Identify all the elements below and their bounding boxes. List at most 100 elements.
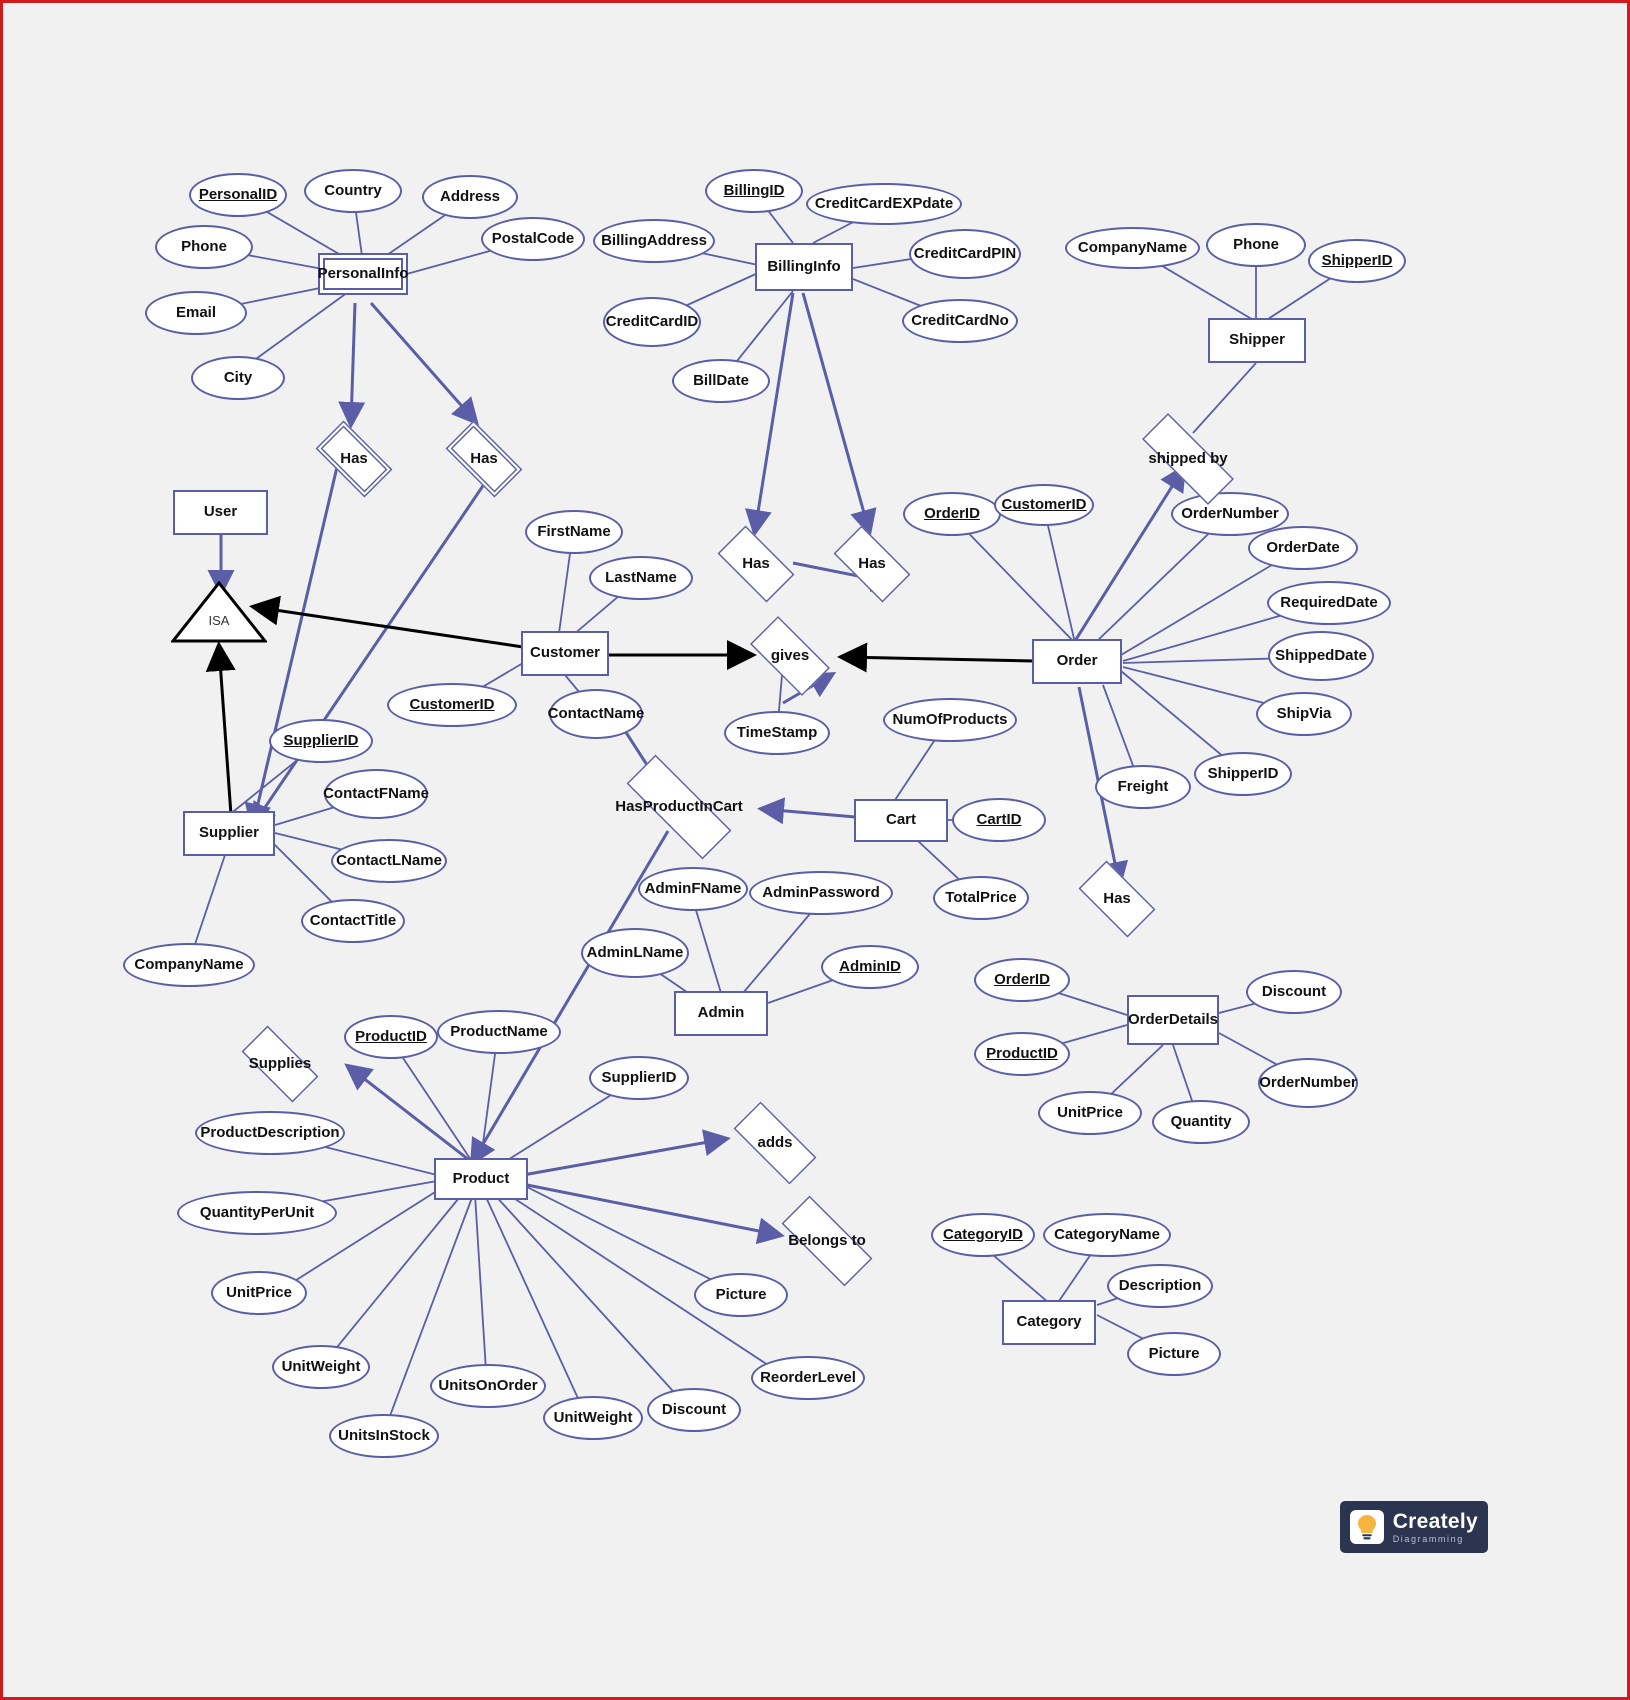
attribute-creditcardno[interactable]: CreditCardNo (902, 299, 1018, 343)
attribute-or-orderdate[interactable]: OrderDate (1248, 526, 1358, 570)
relationship-has-cust-billing[interactable]: Has (707, 525, 805, 603)
relationship-adds[interactable]: adds (719, 1101, 831, 1185)
attribute-pr-productid[interactable]: ProductID (344, 1015, 438, 1059)
attribute-or-shipperid[interactable]: ShipperID (1194, 752, 1292, 796)
attribute-su-contactlname[interactable]: ContactLName (331, 839, 447, 883)
attribute-od-discount[interactable]: Discount (1246, 970, 1342, 1014)
attribute-pr-supplierid[interactable]: SupplierID (589, 1056, 689, 1100)
attribute-creditcardexpdate[interactable]: CreditCardEXPdate (806, 183, 962, 225)
attribute-ca-cartid[interactable]: CartID (952, 798, 1046, 842)
entity-admin[interactable]: Admin (674, 991, 768, 1036)
entity-label: BillingInfo (767, 257, 841, 275)
attribute-shipperid-attr[interactable]: ShipperID (1308, 239, 1406, 283)
entity-cart[interactable]: Cart (854, 799, 948, 842)
attribute-pi-city[interactable]: City (191, 356, 285, 400)
attribute-billingid[interactable]: BillingID (705, 169, 803, 213)
attribute-su-contactfname[interactable]: ContactFName (323, 769, 429, 819)
attribute-ca-totalprice[interactable]: TotalPrice (933, 876, 1029, 920)
attribute-or-requireddate[interactable]: RequiredDate (1267, 581, 1391, 625)
attribute-pr-discount[interactable]: Discount (647, 1388, 741, 1432)
attribute-sh-companyname[interactable]: CompanyName (1065, 227, 1200, 269)
attribute-creditcardid[interactable]: CreditCardID (603, 297, 701, 347)
attribute-od-productid[interactable]: ProductID (974, 1032, 1070, 1076)
attribute-pr-productdescription[interactable]: ProductDescription (195, 1111, 345, 1155)
relationship-shipped-by[interactable]: shipped by (1122, 413, 1254, 505)
attribute-pr-quantityperunit[interactable]: QuantityPerUnit (177, 1191, 337, 1235)
attribute-pi-address[interactable]: Address (422, 175, 518, 219)
attribute-sh-phone[interactable]: Phone (1206, 223, 1306, 267)
attribute-su-contacttitle[interactable]: ContactTitle (301, 899, 405, 943)
relationship-has-orderdetails[interactable]: Has (1068, 860, 1166, 938)
isa-triangle[interactable]: ISA (171, 581, 267, 643)
entity-product[interactable]: Product (434, 1158, 528, 1200)
entity-customer[interactable]: Customer (521, 631, 609, 676)
attribute-or-shipvia[interactable]: ShipVia (1256, 692, 1352, 736)
attribute-creditcardpin[interactable]: CreditCardPIN (909, 229, 1021, 279)
relationship-supplies[interactable]: Supplies (229, 1025, 331, 1103)
attribute-pr-unitweight2[interactable]: UnitWeight (543, 1396, 643, 1440)
attribute-cat-picture[interactable]: Picture (1127, 1332, 1221, 1376)
attribute-cat-categoryname[interactable]: CategoryName (1043, 1213, 1171, 1257)
attribute-ad-adminpassword[interactable]: AdminPassword (749, 871, 893, 915)
attribute-ca-numofproducts[interactable]: NumOfProducts (883, 698, 1017, 742)
attribute-pr-productname[interactable]: ProductName (437, 1010, 561, 1054)
entity-supplier[interactable]: Supplier (183, 811, 275, 856)
attribute-ad-adminfname[interactable]: AdminFName (638, 867, 748, 911)
attribute-pi-email[interactable]: Email (145, 291, 247, 335)
relationship-has-product-in-cart[interactable]: HasProductInCart (603, 754, 755, 860)
relationship-has-personal[interactable]: Has (305, 420, 403, 498)
attribute-label: PersonalID (198, 185, 278, 203)
attribute-pr-unitweight1[interactable]: UnitWeight (272, 1345, 370, 1389)
attribute-su-supplierid[interactable]: SupplierID (269, 719, 373, 763)
entity-category[interactable]: Category (1002, 1300, 1096, 1345)
relationship-belongs-to[interactable]: Belongs to (764, 1195, 890, 1287)
attribute-label: CompanyName (1077, 238, 1188, 256)
attribute-or-freight[interactable]: Freight (1095, 765, 1191, 809)
attribute-pi-phone[interactable]: Phone (155, 225, 253, 269)
attribute-or-orderid[interactable]: OrderID (903, 492, 1001, 536)
attribute-pi-postalcode[interactable]: PostalCode (481, 217, 585, 261)
attribute-su-companyname[interactable]: CompanyName (123, 943, 255, 987)
attribute-billingaddress[interactable]: BillingAddress (593, 219, 715, 263)
attribute-od-unitprice[interactable]: UnitPrice (1038, 1091, 1142, 1135)
attribute-ad-adminlname[interactable]: AdminLName (581, 928, 689, 978)
entity-user[interactable]: User (173, 490, 268, 535)
attribute-od-quantity[interactable]: Quantity (1152, 1100, 1250, 1144)
attribute-od-orderid[interactable]: OrderID (974, 958, 1070, 1002)
attribute-cat-description[interactable]: Description (1107, 1264, 1213, 1308)
attribute-pr-unitsonorder[interactable]: UnitsOnOrder (430, 1364, 546, 1408)
attribute-pr-reorderlevel[interactable]: ReorderLevel (751, 1356, 865, 1400)
attribute-cu-contactname[interactable]: ContactName (548, 689, 644, 739)
attribute-cu-lastname[interactable]: LastName (589, 556, 693, 600)
attribute-label: ProductID (986, 1044, 1058, 1062)
relationship-has-billing-left[interactable]: Has (435, 420, 533, 498)
entity-shipper[interactable]: Shipper (1208, 318, 1306, 363)
entity-billinginfo[interactable]: BillingInfo (755, 243, 853, 291)
attribute-pr-unitprice[interactable]: UnitPrice (211, 1271, 307, 1315)
attribute-or-customerid[interactable]: CustomerID (994, 484, 1094, 526)
creately-watermark[interactable]: Creately Diagramming (1340, 1501, 1488, 1553)
attribute-label: ProductID (355, 1027, 427, 1045)
attribute-label: CreditCardEXPdate (814, 194, 954, 212)
entity-label: Product (452, 1169, 510, 1187)
attribute-ad-adminid[interactable]: AdminID (821, 945, 919, 989)
attribute-od-ordernumber[interactable]: OrderNumber (1258, 1058, 1358, 1108)
entity-order[interactable]: Order (1032, 639, 1122, 684)
creately-tagline: Diagramming (1392, 1533, 1464, 1544)
attribute-gi-timestamp[interactable]: TimeStamp (724, 711, 830, 755)
attribute-personalid[interactable]: PersonalID (189, 173, 287, 217)
entity-orderdetails[interactable]: OrderDetails (1127, 995, 1219, 1045)
relationship-gives[interactable]: gives (738, 616, 842, 696)
attribute-pr-unitsinstock[interactable]: UnitsInStock (329, 1414, 439, 1458)
attribute-billdate[interactable]: BillDate (672, 359, 770, 403)
attribute-label: Address (439, 187, 501, 205)
attribute-cat-categoryid[interactable]: CategoryID (931, 1213, 1035, 1257)
relationship-label: shipped by (1148, 449, 1228, 467)
attribute-or-shippeddate[interactable]: ShippedDate (1268, 631, 1374, 681)
attribute-pi-country[interactable]: Country (304, 169, 402, 213)
entity-personalinfo[interactable]: PersonalInfo (318, 253, 408, 295)
attribute-pr-picture[interactable]: Picture (694, 1273, 788, 1317)
attribute-cu-firstname[interactable]: FirstName (525, 510, 623, 554)
relationship-has-order-billing[interactable]: Has (823, 525, 921, 603)
attribute-cu-customerid[interactable]: CustomerID (387, 683, 517, 727)
